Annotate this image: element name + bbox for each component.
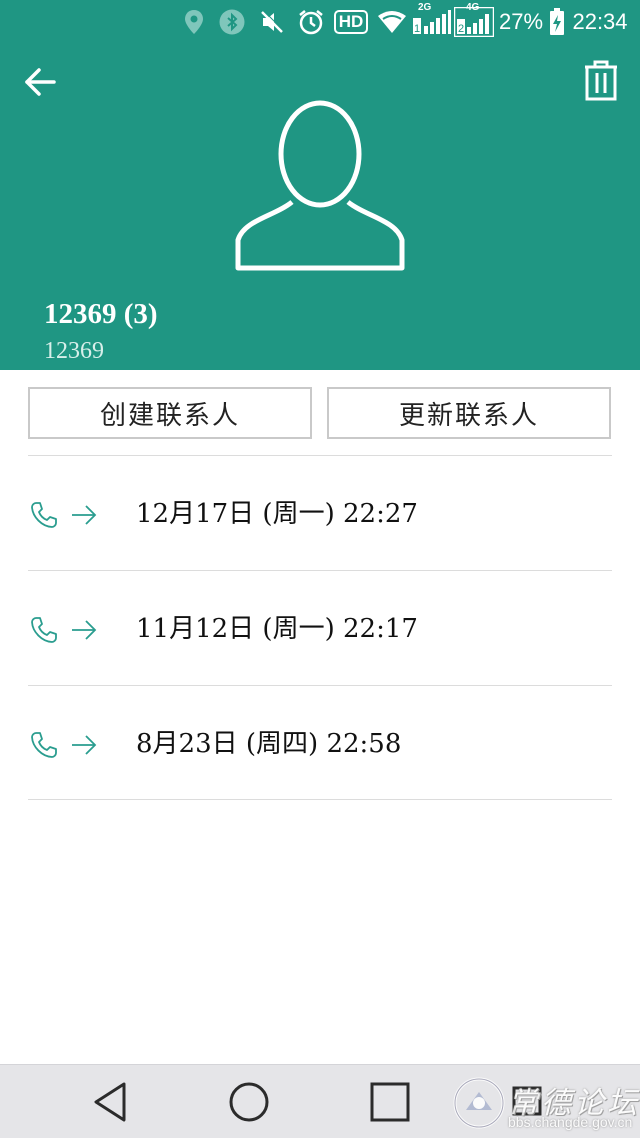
create-contact-button[interactable]: 创建联系人 — [28, 387, 312, 439]
svg-text:1: 1 — [414, 23, 420, 35]
call-log-item[interactable]: 12月17日 (周一) 22:27 — [0, 456, 640, 570]
sim1-label: 2G — [418, 2, 432, 13]
alarm-icon — [296, 6, 326, 38]
call-time: 12月17日 (周一) 22:27 — [136, 499, 418, 529]
call-log-item[interactable]: 11月12日 (周一) 22:17 — [0, 571, 640, 685]
bluetooth-icon — [218, 6, 246, 38]
clock: 22:34 — [572, 9, 628, 34]
hd-label: HD — [333, 10, 369, 34]
divider — [28, 799, 612, 800]
outgoing-arrow-icon — [72, 620, 97, 640]
signal-4g-icon: 4G 2 — [454, 2, 494, 38]
triangle-back-icon — [94, 1082, 126, 1122]
watermark-url: bbs.changde.gov.cn — [508, 1114, 633, 1130]
arrow-left-icon — [25, 68, 56, 96]
watermark-logo — [453, 1077, 505, 1129]
nav-back-button[interactable] — [80, 1079, 140, 1125]
call-log-item[interactable]: 8月23日 (周四) 22:58 — [0, 686, 640, 800]
phone-icon — [31, 732, 57, 758]
circle-home-icon — [229, 1082, 269, 1122]
battery-percent: 27% — [498, 9, 544, 34]
nav-home-button[interactable] — [219, 1079, 279, 1125]
contact-name: 12369 (3) — [44, 298, 158, 330]
watermark: 常德论坛 bbs.changde.gov.cn — [452, 1072, 640, 1134]
mute-icon — [258, 6, 286, 38]
svg-text:2: 2 — [458, 23, 464, 35]
wifi-icon — [376, 6, 408, 38]
battery-icon — [548, 6, 566, 38]
person-icon — [235, 100, 405, 271]
phone-icon — [31, 617, 57, 643]
phone-icon — [31, 502, 57, 528]
avatar — [230, 98, 410, 272]
signal-2g-icon: 2G 1 — [412, 2, 452, 38]
status-bar: HD 2G 1 4G 2 27% 22:34 — [0, 0, 640, 44]
contact-number: 12369 — [44, 338, 104, 364]
square-recents-icon — [370, 1082, 410, 1122]
call-time: 11月12日 (周一) 22:17 — [136, 614, 418, 644]
update-contact-button[interactable]: 更新联系人 — [327, 387, 611, 439]
contact-header: 12369 (3) 12369 — [0, 44, 640, 370]
location-icon — [182, 6, 206, 38]
hd-icon: HD — [332, 6, 370, 38]
call-time: 8月23日 (周四) 22:58 — [136, 729, 402, 759]
delete-button[interactable] — [578, 56, 624, 106]
outgoing-arrow-icon — [72, 735, 97, 755]
trash-icon — [585, 60, 617, 101]
app-screen: HD 2G 1 4G 2 27% 22:34 12369 (3) 12369 创… — [0, 0, 640, 1138]
back-button[interactable] — [18, 62, 62, 102]
nav-recents-button[interactable] — [360, 1079, 420, 1125]
outgoing-arrow-icon — [72, 505, 97, 525]
sim2-label: 4G — [466, 2, 480, 13]
